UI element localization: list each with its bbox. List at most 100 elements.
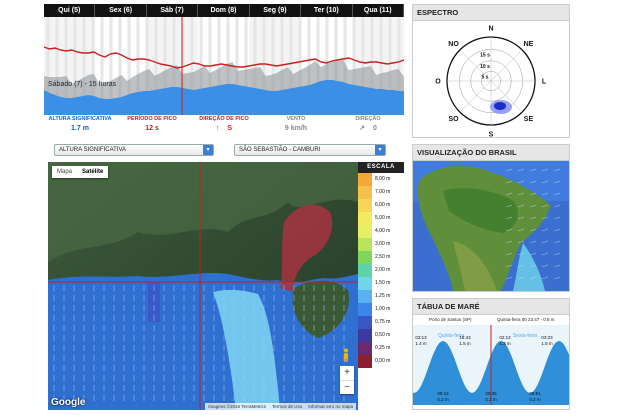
direction-label: NE bbox=[524, 41, 534, 48]
wave-map[interactable]: Mapa Satélite + − Google Imagens ©2016 Te… bbox=[48, 162, 358, 410]
low-tide-height: 0.1 m bbox=[485, 397, 497, 402]
direction-label: L bbox=[542, 79, 547, 86]
metric-item: VENTO 9 km/h bbox=[260, 115, 332, 137]
day-label[interactable]: Sex (6) bbox=[95, 4, 147, 17]
scale-label: 4,00 m bbox=[375, 228, 391, 234]
scale-swatch bbox=[358, 342, 372, 355]
metric-label: DIREÇÃO DE PICO bbox=[199, 116, 249, 122]
metric-label: PERÍODO DE PICO bbox=[127, 116, 177, 122]
scale-swatch bbox=[358, 290, 372, 303]
metric-label: ALTURA SIGNIFICATIVA bbox=[48, 116, 112, 122]
scale-label: 1,00 m bbox=[375, 306, 391, 312]
metric-value: 12 s bbox=[145, 125, 159, 132]
scale-item: 0,00 m bbox=[358, 355, 404, 368]
metric-value-row: 12 s bbox=[116, 123, 188, 135]
scale-item: 2,50 m bbox=[358, 251, 404, 264]
direction-label: S bbox=[489, 132, 494, 138]
low-tide-time: 20:35 bbox=[485, 391, 497, 396]
tide-day-label: Sexta-feira bbox=[513, 333, 537, 339]
chevron-down-icon: ▾ bbox=[375, 145, 385, 155]
low-tide-height: 0.2 m bbox=[437, 397, 449, 402]
attribution-link[interactable]: Imagens ©2016 TerraMetrics bbox=[208, 404, 266, 409]
scale-label: 8,00 m bbox=[375, 176, 391, 182]
scale-label: 2,50 m bbox=[375, 254, 391, 260]
arrow-up-icon: ↑ bbox=[215, 125, 220, 132]
day-label[interactable]: Sáb (7) bbox=[147, 4, 199, 17]
direction-label: SO bbox=[448, 116, 459, 123]
hover-caption: Sábado (7) - 15 horas bbox=[48, 81, 117, 88]
spectrum-energy-peak bbox=[494, 102, 506, 110]
high-tide-time: 02:13 bbox=[415, 335, 427, 340]
arrow-up-right-icon: ↗ bbox=[359, 125, 365, 132]
surf-forecast-page: Qui (5) Sex (6) Sáb (7) Dom (8) Seg (9) Ter (… bbox=[0, 0, 622, 415]
scale-swatch bbox=[358, 199, 372, 212]
direction-label: NO bbox=[448, 41, 459, 48]
zoom-in-button[interactable]: + bbox=[340, 366, 354, 380]
tide-location: Porto de Santos (SP) bbox=[429, 317, 472, 322]
day-label[interactable]: Seg (9) bbox=[250, 4, 302, 17]
map-type-option[interactable]: Satélite bbox=[77, 166, 108, 178]
direction-label: N bbox=[488, 26, 493, 33]
high-tide-time: 16:43 bbox=[459, 335, 471, 340]
attribution-link[interactable]: Termos de Uso bbox=[272, 404, 302, 409]
day-label[interactable]: Ter (10) bbox=[301, 4, 353, 17]
scale-label: 0,50 m bbox=[375, 332, 391, 338]
day-label[interactable]: Qui (5) bbox=[44, 4, 96, 17]
low-tide-time: 08:51 bbox=[529, 391, 541, 396]
scale-label: 0,75 m bbox=[375, 319, 391, 325]
map-type-option[interactable]: Mapa bbox=[52, 166, 77, 178]
tide-chart: Quinta-feira Sexta-feira02:131.4 m16:431.… bbox=[413, 315, 569, 409]
brasil-panel: VISUALIZAÇÃO DO BRASIL bbox=[412, 144, 570, 292]
forecast-day-header: Qui (5) Sex (6) Sáb (7) Dom (8) Seg (9) Ter (… bbox=[44, 4, 404, 17]
scale-item: 2,00 m bbox=[358, 264, 404, 277]
scale-swatch bbox=[358, 251, 372, 264]
day-label[interactable]: Qua (11) bbox=[353, 4, 404, 17]
high-tide-height: 1.5 m bbox=[459, 341, 471, 346]
metric-value-row: 1.7 m bbox=[44, 123, 116, 135]
scale-swatch bbox=[358, 316, 372, 329]
direction-label: O bbox=[435, 79, 441, 86]
attribution-link[interactable]: Informar erro no mapa bbox=[308, 404, 353, 409]
tide-title: TÁBUA DE MARÉ bbox=[413, 299, 569, 315]
scale-label: 7,00 m bbox=[375, 189, 391, 195]
scale-rows: 8,00 m 7,00 m 6,00 m 5,00 m 4,00 m 3,00 m 2,50… bbox=[358, 173, 404, 368]
metric-label: VENTO bbox=[286, 116, 306, 122]
metric-value: S bbox=[227, 125, 233, 132]
scale-label: 0,00 m bbox=[375, 358, 391, 364]
scale-item: 1,50 m bbox=[358, 277, 404, 290]
scale-swatch bbox=[358, 303, 372, 316]
map-canvas[interactable] bbox=[48, 162, 358, 410]
scale-item: 5,00 m bbox=[358, 212, 404, 225]
scale-swatch bbox=[358, 212, 372, 225]
metric-value: 1.7 m bbox=[71, 125, 89, 132]
high-tide-time: 03:23 bbox=[541, 335, 553, 340]
location-select[interactable]: SÃO SEBASTIÃO - CAMBURI ▾ bbox=[234, 144, 386, 156]
scale-item: 7,00 m bbox=[358, 186, 404, 199]
spectrum-polar-chart: N NE L SE S SO O NO 15 s 10 s 5 s bbox=[435, 26, 547, 138]
wave-forecast-chart[interactable] bbox=[44, 17, 404, 115]
chevron-down-icon: ▾ bbox=[203, 145, 213, 155]
high-tide-height: 1.4 m bbox=[415, 341, 427, 346]
scale-label: 3,00 m bbox=[375, 241, 391, 247]
map-type-toggle: Mapa Satélite bbox=[52, 166, 109, 178]
variable-select-value: ALTURA SIGNIFICATIVA bbox=[59, 147, 127, 153]
wave-forecast-svg[interactable] bbox=[44, 17, 404, 115]
scale-swatch bbox=[358, 186, 372, 199]
zoom-out-button[interactable]: − bbox=[340, 380, 354, 394]
brasil-map[interactable] bbox=[413, 161, 569, 291]
scale-legend: ESCALA 8,00 m 7,00 m 6,00 m 5,00 m 4,00 m 3,0… bbox=[358, 162, 404, 410]
metric-item: ALTURA SIGNIFICATIVA 1.7 m bbox=[44, 115, 116, 137]
tide-panel: TÁBUA DE MARÉ Quinta-feira Sexta-feira 02:… bbox=[412, 298, 570, 410]
scale-swatch bbox=[358, 225, 372, 238]
variable-select[interactable]: ALTURA SIGNIFICATIVA ▾ bbox=[54, 144, 214, 156]
metric-item: DIREÇÃO ↗ 0 bbox=[332, 115, 404, 137]
metric-value-row: 9 km/h bbox=[260, 123, 332, 135]
direction-label: SE bbox=[524, 116, 534, 123]
scale-label: 5,00 m bbox=[375, 215, 391, 221]
scale-swatch bbox=[358, 173, 372, 186]
scale-swatch bbox=[358, 264, 372, 277]
pegman-icon[interactable] bbox=[342, 348, 350, 362]
day-label[interactable]: Dom (8) bbox=[198, 4, 250, 17]
scale-item: 1,00 m bbox=[358, 303, 404, 316]
scale-swatch bbox=[358, 277, 372, 290]
